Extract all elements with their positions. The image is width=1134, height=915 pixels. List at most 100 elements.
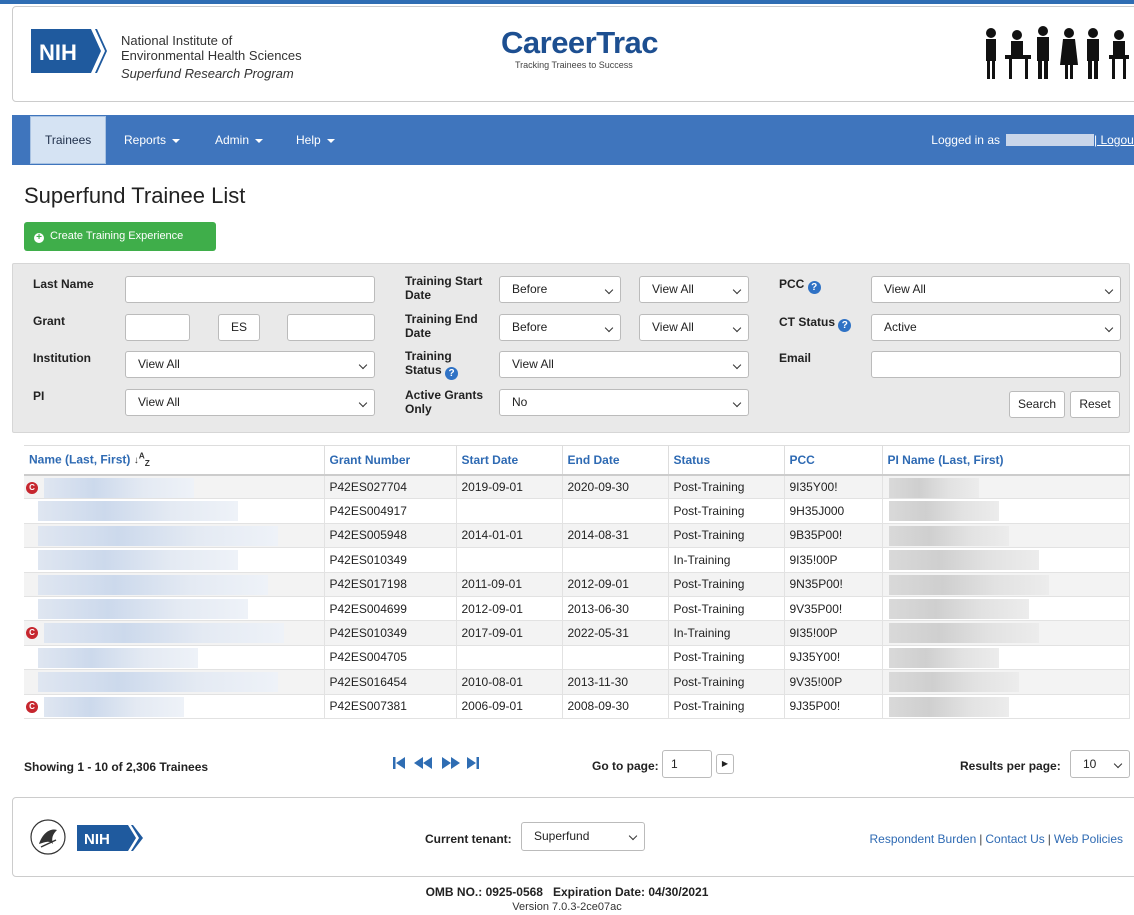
cell-grant: P42ES010349 [324,620,457,646]
footer-links: Respondent Burden | Contact Us | Web Policie… [870,832,1124,846]
help-question-icon[interactable]: ? [445,367,459,380]
trainee-name-cell[interactable]: C [24,620,325,646]
redacted-pi-name [888,501,999,522]
start-date-value-select[interactable]: View All [639,276,749,303]
nih-logo: NIH [31,29,107,73]
trainee-name-cell[interactable] [24,547,325,573]
cell-end: 2022-05-31 [562,620,669,646]
pi-name-cell [882,694,1130,719]
end-date-value-select[interactable]: View All [639,314,749,341]
email-input[interactable] [871,351,1121,378]
previous-page-icon[interactable] [412,755,434,771]
table-row[interactable]: P42ES005948 2014-01-01 2014-08-31 Post-Trai… [24,523,1130,549]
redacted-trainee-name [38,647,198,668]
trainee-name-cell[interactable] [24,572,325,597]
table-row[interactable]: C P42ES010349 2017-09-01 2022-05-31 In-Train… [24,620,1130,646]
training-status-select[interactable]: View All [499,351,749,378]
table-row[interactable]: P42ES017198 2011-09-01 2012-09-01 Post-Trai… [24,572,1130,597]
last-page-icon[interactable] [466,755,480,771]
plus-circle-icon: + [34,233,44,243]
cell-grant: P42ES004705 [324,645,457,671]
email-label: Email [779,351,812,365]
pi-name-cell [882,474,1130,500]
help-question-icon[interactable]: ? [838,319,852,332]
col-pi-name[interactable]: PI Name (Last, First) [882,445,1130,476]
table-row[interactable]: P42ES004705 Post-Training 9J35Y00! [24,645,1130,671]
logout-link[interactable]: | Logout [1094,115,1134,165]
table-row[interactable]: C P42ES027704 2019-09-01 2020-09-30 Post-Tra… [24,474,1130,500]
cell-status: Post-Training [668,596,785,622]
next-page-icon[interactable] [440,755,462,771]
col-start-date[interactable]: Start Date [456,445,563,476]
redacted-pi-name [888,647,999,668]
active-grants-label: Active Grants Only [405,388,484,416]
pi-name-cell [882,572,1130,597]
trainee-name-cell[interactable] [24,498,325,524]
last-name-input[interactable] [125,276,375,303]
cell-start [456,498,563,524]
cell-status: Post-Training [668,669,785,695]
cell-grant: P42ES017198 [324,572,457,597]
play-icon: ▶ [721,759,729,768]
contact-us-link[interactable]: Contact Us [985,832,1044,846]
start-date-operator-select[interactable]: Before [499,276,621,303]
pi-name-cell [882,645,1130,671]
grant-serial-input[interactable] [287,314,375,341]
grant-ic-input[interactable]: ES [218,314,260,341]
trainee-name-cell[interactable] [24,596,325,622]
table-row[interactable]: P42ES004699 2012-09-01 2013-06-30 Post-Trai… [24,596,1130,622]
redacted-trainee-name [38,525,278,546]
nav-trainees[interactable]: Trainees [30,116,107,164]
col-end-date[interactable]: End Date [562,445,669,476]
cell-grant: P42ES027704 [324,474,457,500]
results-per-page-select[interactable]: 10 [1070,750,1130,778]
help-question-icon[interactable]: ? [807,281,821,294]
trainee-name-cell[interactable] [24,669,325,695]
web-policies-link[interactable]: Web Policies [1054,832,1123,846]
active-grants-select[interactable]: No [499,389,749,416]
table-row[interactable]: P42ES010349 In-Training 9I35!00P [24,547,1130,573]
respondent-burden-link[interactable]: Respondent Burden [870,832,977,846]
ct-status-select[interactable]: Active [871,314,1121,341]
caret-down-icon [326,138,335,143]
caret-down-icon [255,138,264,143]
goto-page-input[interactable]: 1 [662,750,712,778]
people-silhouettes-icon [986,26,1129,79]
col-status[interactable]: Status [668,445,785,476]
link-separator: | [1047,832,1051,846]
end-date-operator-select[interactable]: Before [499,314,621,341]
nav-reports[interactable]: Reports [124,115,181,165]
trainee-name-cell[interactable] [24,645,325,671]
pi-name-cell [882,547,1130,573]
goto-page-button[interactable]: ▶ [716,754,734,774]
search-button[interactable]: Search [1009,391,1065,418]
first-page-icon[interactable] [392,755,406,771]
grant-prefix-input[interactable] [125,314,190,341]
nav-admin[interactable]: Admin [215,115,264,165]
c-badge-icon: C [26,481,38,494]
trainee-name-cell[interactable]: C [24,474,325,500]
pi-name-cell [882,620,1130,646]
col-grant-number[interactable]: Grant Number [324,445,457,476]
nav-help[interactable]: Help [296,115,335,165]
col-name[interactable]: Name (Last, First) ↓AZ [24,445,325,476]
pcc-select[interactable]: View All [871,276,1121,303]
pi-select[interactable]: View All [125,389,375,416]
table-row[interactable]: P42ES016454 2010-08-01 2013-11-30 Post-Trai… [24,669,1130,695]
institution-select[interactable]: View All [125,351,375,378]
trainee-name-cell[interactable]: C [24,694,325,719]
cell-status: Post-Training [668,645,785,671]
cell-pcc: 9J35P00! [784,694,883,719]
table-row[interactable]: P42ES004917 Post-Training 9H35J000 [24,498,1130,524]
cell-start: 2011-09-01 [456,572,563,597]
omb-info: OMB NO.: 0925-0568 Expiration Date: 04/3… [425,885,709,899]
create-training-experience-button[interactable]: + Create Training Experience [24,222,216,251]
reset-button[interactable]: Reset [1070,391,1120,418]
table-row[interactable]: C P42ES007381 2006-09-01 2008-09-30 Post-Tra… [24,694,1130,719]
last-name-label: Last Name [33,277,94,291]
col-pcc[interactable]: PCC [784,445,883,476]
goto-page-label: Go to page: [592,759,659,773]
cell-end: 2012-09-01 [562,572,669,597]
trainee-name-cell[interactable] [24,523,325,549]
tenant-select[interactable]: Superfund [521,822,645,851]
